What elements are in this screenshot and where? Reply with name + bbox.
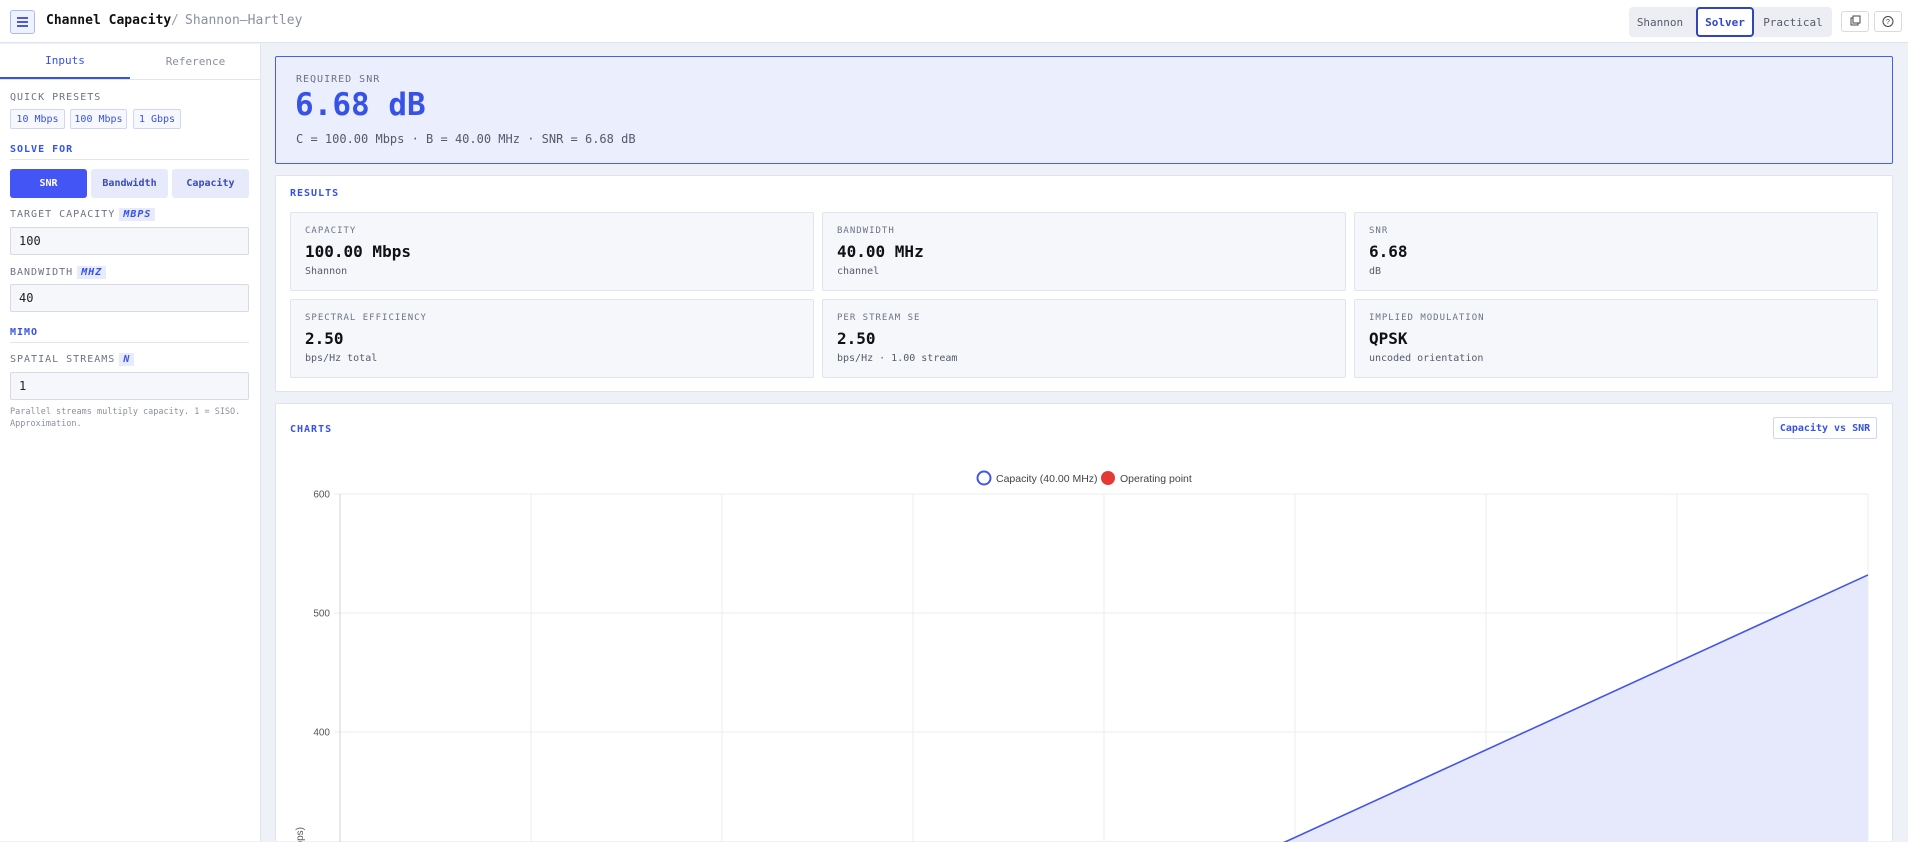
solve-capacity-button[interactable]: Capacity bbox=[172, 169, 249, 198]
target-capacity-input[interactable]: 100 bbox=[10, 227, 249, 255]
unit-badge: N bbox=[119, 353, 135, 366]
tab-divider bbox=[0, 79, 261, 80]
y-tick-label: 500 bbox=[313, 609, 330, 620]
target-capacity-label-text: TARGET CAPACITY bbox=[10, 209, 116, 220]
preset-1gbps[interactable]: 1 Gbps bbox=[133, 109, 181, 129]
card-label: SNR bbox=[1369, 226, 1389, 236]
solve-bandwidth-button[interactable]: Bandwidth bbox=[91, 169, 168, 198]
card-label: BANDWIDTH bbox=[837, 226, 895, 236]
svg-text:?: ? bbox=[1886, 19, 1890, 26]
breadcrumb-separator: / bbox=[171, 13, 179, 28]
mode-solver[interactable]: Solver bbox=[1696, 7, 1754, 37]
result-card-per-stream-se: PER STREAM SE 2.50 bps/Hz · 1.00 stream bbox=[822, 299, 1346, 378]
legend-operating-point-label: Operating point bbox=[1120, 473, 1192, 485]
card-value: 40.00 MHz bbox=[837, 242, 924, 261]
y-tick-label: 600 bbox=[313, 490, 330, 501]
card-sub: dB bbox=[1369, 266, 1382, 277]
capacity-area bbox=[1285, 574, 1868, 842]
top-bar: Channel Capacity / Shannon–Hartley Shann… bbox=[0, 0, 1908, 43]
spatial-streams-label-text: SPATIAL STREAMS bbox=[10, 354, 116, 365]
hero-label: REQUIRED SNR bbox=[296, 74, 381, 85]
mode-switcher: Shannon Solver Practical bbox=[1629, 7, 1832, 37]
preset-100mbps[interactable]: 100 Mbps bbox=[70, 109, 127, 129]
card-sub: uncoded orientation bbox=[1369, 353, 1484, 364]
unit-badge: MBPS bbox=[119, 208, 156, 221]
result-card-capacity: CAPACITY 100.00 Mbps Shannon bbox=[290, 212, 814, 291]
result-card-bandwidth: BANDWIDTH 40.00 MHz channel bbox=[822, 212, 1346, 291]
card-label: IMPLIED MODULATION bbox=[1369, 313, 1485, 323]
card-value: 100.00 Mbps bbox=[305, 242, 411, 261]
result-card-snr: SNR 6.68 dB bbox=[1354, 212, 1878, 291]
bandwidth-label: BANDWIDTH MHZ bbox=[10, 266, 107, 279]
results-title: RESULTS bbox=[290, 188, 340, 199]
unit-badge: MHZ bbox=[77, 266, 107, 279]
streams-note: Parallel streams multiply capacity. 1 = … bbox=[10, 407, 241, 429]
quick-presets-label: QUICK PRESETS bbox=[10, 92, 102, 103]
divider bbox=[10, 159, 249, 160]
legend-capacity-label: Capacity (40.00 MHz) bbox=[996, 473, 1098, 485]
hero-formula: C = 100.00 Mbps · B = 40.00 MHz · SNR = … bbox=[296, 132, 636, 146]
mimo-label: MIMO bbox=[10, 327, 39, 338]
card-value: QPSK bbox=[1369, 329, 1408, 348]
target-capacity-label: TARGET CAPACITY MBPS bbox=[10, 208, 156, 221]
preset-10mbps[interactable]: 10 Mbps bbox=[10, 109, 65, 129]
card-value: 2.50 bbox=[305, 329, 344, 348]
required-snr-hero: REQUIRED SNR 6.68 dB C = 100.00 Mbps · B… bbox=[275, 56, 1893, 164]
mode-shannon[interactable]: Shannon bbox=[1635, 7, 1685, 37]
card-sub: channel bbox=[837, 266, 880, 277]
result-card-modulation: IMPLIED MODULATION QPSK uncoded orientat… bbox=[1354, 299, 1878, 378]
tab-reference[interactable]: Reference bbox=[130, 44, 261, 79]
legend-capacity-marker bbox=[976, 470, 992, 486]
card-sub: bps/Hz · 1.00 stream bbox=[837, 353, 958, 364]
card-value: 6.68 bbox=[1369, 242, 1408, 261]
tab-inputs[interactable]: Inputs bbox=[0, 44, 130, 79]
solve-for-label: SOLVE FOR bbox=[10, 144, 74, 155]
divider bbox=[10, 342, 249, 343]
y-tick-label: 400 bbox=[313, 728, 330, 739]
card-sub: Shannon bbox=[305, 266, 348, 277]
card-label: CAPACITY bbox=[305, 226, 357, 236]
copy-button[interactable] bbox=[1841, 11, 1869, 32]
y-axis-label: Mbps) bbox=[295, 827, 306, 842]
app-title: Channel Capacity bbox=[46, 13, 172, 28]
legend-operating-point-marker bbox=[1101, 471, 1115, 485]
results-panel: RESULTS CAPACITY 100.00 Mbps Shannon BAN… bbox=[275, 175, 1893, 392]
spatial-streams-input[interactable]: 1 bbox=[10, 372, 249, 400]
bandwidth-input[interactable]: 40 bbox=[10, 284, 249, 312]
charts-panel: CHARTS Capacity vs SNR 600 500 400 Mbps) Cap… bbox=[275, 403, 1893, 842]
bandwidth-label-text: BANDWIDTH bbox=[10, 267, 74, 278]
hero-value: 6.68 dB bbox=[295, 87, 426, 123]
solve-snr-button[interactable]: SNR bbox=[10, 169, 87, 198]
help-button[interactable]: ? bbox=[1874, 11, 1902, 32]
help-icon: ? bbox=[1882, 16, 1894, 27]
capacity-chart: 600 500 400 Mbps) Capacity (40.00 MHz) Operat… bbox=[295, 470, 1869, 842]
card-label: PER STREAM SE bbox=[837, 313, 921, 323]
app-subtitle: Shannon–Hartley bbox=[185, 13, 303, 28]
result-card-spectral-efficiency: SPECTRAL EFFICIENCY 2.50 bps/Hz total bbox=[290, 299, 814, 378]
spatial-streams-label: SPATIAL STREAMS N bbox=[10, 353, 135, 366]
sidebar: Inputs Reference QUICK PRESETS 10 Mbps 1… bbox=[0, 44, 261, 841]
copy-icon bbox=[1850, 15, 1861, 26]
mode-practical[interactable]: Practical bbox=[1759, 7, 1827, 37]
card-label: SPECTRAL EFFICIENCY bbox=[305, 313, 427, 323]
menu-icon[interactable] bbox=[10, 10, 35, 34]
card-sub: bps/Hz total bbox=[305, 353, 378, 364]
card-value: 2.50 bbox=[837, 329, 876, 348]
